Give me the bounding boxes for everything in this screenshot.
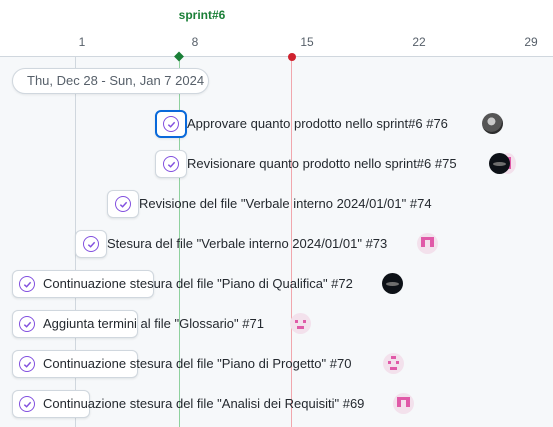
issue-title[interactable]: Revisione del file "Verbale interno 2024…: [139, 196, 432, 211]
issue-title[interactable]: Stesura del file "Verbale interno 2024/0…: [107, 236, 387, 251]
closed-status-icon: [19, 396, 35, 412]
timeline-row[interactable]: Aggiunta termini al file "Glossario" #71: [0, 310, 553, 338]
issue-title[interactable]: Continuazione stesura del file "Analisi …: [43, 396, 364, 411]
assignee-avatar[interactable]: [417, 233, 438, 254]
closed-status-icon: [163, 116, 179, 132]
assignee-avatar[interactable]: [489, 153, 510, 174]
date-tick: 1: [78, 35, 86, 49]
date-tick: 15: [300, 35, 314, 49]
timeline-row[interactable]: Stesura del file "Verbale interno 2024/0…: [0, 230, 553, 258]
issue-title[interactable]: Revisionare quanto prodotto nello sprint…: [187, 156, 457, 171]
issue-title[interactable]: Continuazione stesura del file "Piano di…: [43, 276, 353, 291]
date-tick: 8: [191, 35, 199, 49]
date-tick: 22: [412, 35, 426, 49]
assignee-avatar[interactable]: [383, 353, 404, 374]
issue-title[interactable]: Continuazione stesura del file "Piano di…: [43, 356, 351, 371]
date-range-pill: Thu, Dec 28 - Sun, Jan 7 2024: [12, 68, 209, 94]
issue-title[interactable]: Aggiunta termini al file "Glossario" #71: [43, 316, 264, 331]
timeline-row[interactable]: Continuazione stesura del file "Analisi …: [0, 390, 553, 418]
date-tick: 29: [524, 35, 538, 49]
closed-status-icon: [19, 276, 35, 292]
closed-status-icon: [83, 236, 99, 252]
timeline-row[interactable]: Revisionare quanto prodotto nello sprint…: [0, 150, 553, 178]
closed-status-icon: [115, 196, 131, 212]
timeline-header: sprint#6 1 8 15 22 29: [0, 0, 553, 62]
issue-title[interactable]: Approvare quanto prodotto nello sprint#6…: [187, 116, 448, 131]
assignee-avatar[interactable]: [382, 273, 403, 294]
timeline-row[interactable]: Continuazione stesura del file "Piano di…: [0, 350, 553, 378]
timeline-row[interactable]: Revisione del file "Verbale interno 2024…: [0, 190, 553, 218]
assignee-avatar[interactable]: [482, 113, 503, 134]
timeline-row[interactable]: Continuazione stesura del file "Piano di…: [0, 270, 553, 298]
timeline-row[interactable]: Approvare quanto prodotto nello sprint#6…: [0, 110, 553, 138]
closed-status-icon: [19, 356, 35, 372]
closed-status-icon: [19, 316, 35, 332]
assignee-avatar[interactable]: [393, 393, 414, 414]
today-marker: [288, 53, 296, 61]
assignee-avatar[interactable]: [290, 313, 311, 334]
iteration-label[interactable]: sprint#6: [179, 8, 226, 22]
closed-status-icon: [163, 156, 179, 172]
